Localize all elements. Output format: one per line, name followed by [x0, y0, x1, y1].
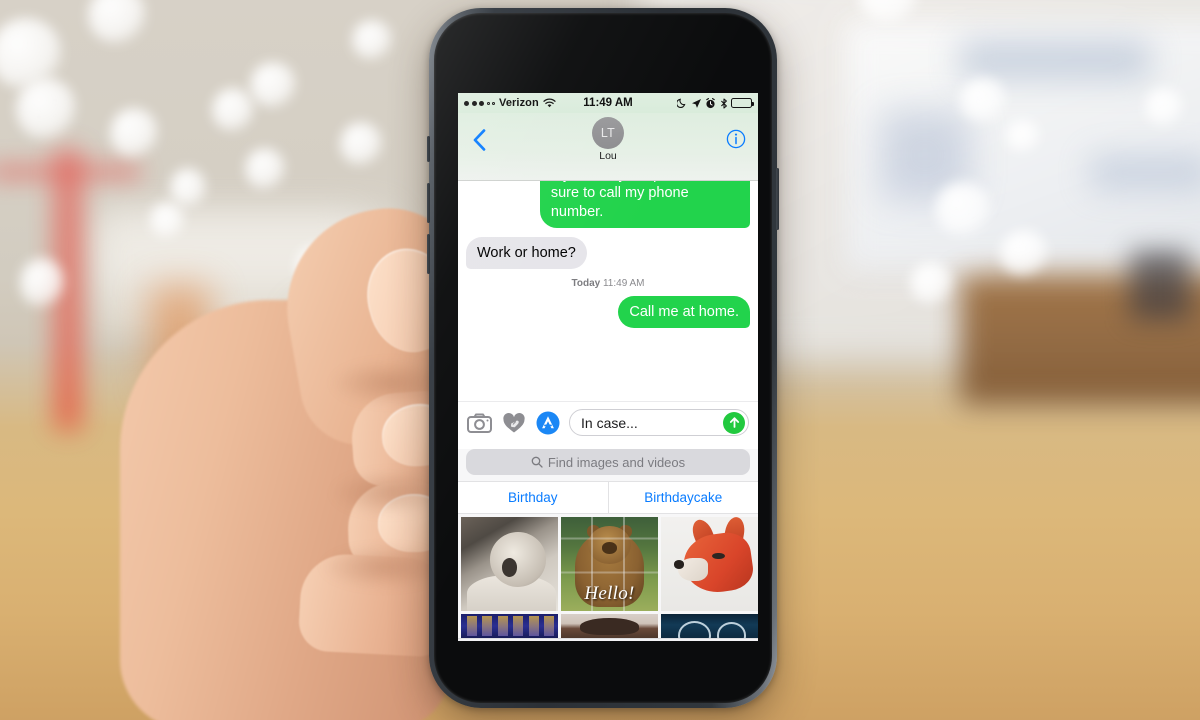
gif-search-placeholder: Find images and videos — [547, 454, 686, 470]
suggestion-birthdaycake[interactable]: Birthdaycake — [609, 482, 759, 513]
app-store-icon — [536, 411, 559, 434]
gif-result-bear-hello[interactable]: Hello! — [561, 517, 658, 611]
message-text-part: My birthday is — [551, 181, 644, 183]
power-button[interactable] — [776, 168, 779, 230]
bokeh-light — [1006, 120, 1040, 152]
battery-icon — [731, 98, 755, 108]
gif-result-person[interactable] — [561, 614, 658, 638]
gif-results-grid: Hello! — [458, 514, 758, 638]
search-icon — [531, 456, 543, 468]
contact-header[interactable]: LT Lou — [592, 117, 624, 162]
arrow-up-icon — [729, 417, 739, 428]
message-list[interactable]: My birthday is April 4 but be sure to ca… — [458, 181, 758, 401]
bluetooth-icon — [720, 97, 727, 109]
phone-screen: Verizon 11:49 AM LT Lou sure to call my … — [458, 93, 758, 641]
phone-bezel: Verizon 11:49 AM LT Lou sure to call my … — [434, 13, 772, 703]
background-object — [1130, 250, 1190, 320]
bokeh-light — [910, 262, 952, 304]
camera-icon — [467, 413, 492, 433]
info-button[interactable] — [726, 129, 746, 154]
gif-result-fox[interactable] — [661, 517, 758, 611]
message-timestamp: Today 11:49 AM — [466, 278, 750, 289]
info-circle-icon — [726, 129, 746, 149]
volume-up-button[interactable] — [427, 183, 430, 223]
bokeh-light — [960, 78, 1006, 122]
chevron-left-icon — [473, 129, 485, 151]
message-row: Work or home? — [462, 236, 750, 270]
digital-touch-button[interactable] — [501, 410, 526, 435]
message-bubble-incoming[interactable]: Work or home? — [462, 236, 587, 270]
heart-hand-icon — [502, 412, 525, 432]
message-row: Call me at home. — [466, 296, 754, 329]
wifi-icon — [543, 98, 556, 108]
gif-result-crying-baby[interactable] — [461, 517, 558, 611]
status-bar: Verizon 11:49 AM — [458, 93, 758, 113]
message-input-toolbar: In case... — [458, 401, 758, 444]
camera-button[interactable] — [467, 410, 492, 435]
signal-strength-icon — [464, 100, 495, 106]
ring-silent-switch[interactable] — [427, 136, 430, 162]
message-row: My birthday is April 4 but be sure to ca… — [466, 181, 755, 228]
volume-down-button[interactable] — [427, 234, 430, 274]
timestamp-time: 11:49 AM — [602, 278, 645, 290]
background-board-mark — [1090, 155, 1200, 190]
message-text-part: but be sure to call my phone number. — [550, 181, 729, 220]
message-input-value: In case... — [581, 414, 638, 431]
message-input-field[interactable]: In case... — [569, 409, 749, 436]
gif-result-ocean-rings[interactable] — [661, 614, 758, 638]
send-button[interactable] — [723, 411, 745, 434]
message-bubble-latest[interactable]: Call me at home. — [618, 296, 754, 329]
location-arrow-icon — [691, 98, 701, 108]
app-store-button[interactable] — [535, 410, 560, 435]
background-board-mark — [960, 40, 1150, 80]
iphone-device: Verizon 11:49 AM LT Lou sure to call my … — [427, 8, 779, 708]
bokeh-light — [1000, 230, 1048, 276]
message-bubble-outgoing[interactable]: My birthday is April 4 but be sure to ca… — [539, 181, 755, 228]
bokeh-light — [935, 182, 991, 236]
avatar: LT — [592, 117, 624, 149]
moon-dnd-icon — [677, 98, 686, 108]
gif-caption: Hello! — [584, 583, 635, 604]
timestamp-day: Today — [571, 278, 601, 290]
carrier-label: Verizon — [499, 97, 539, 109]
gif-search-bar[interactable]: Find images and videos — [466, 449, 750, 475]
imessage-app-drawer: Find images and videos Birthday Birthday… — [458, 449, 758, 641]
bokeh-light — [1145, 88, 1183, 126]
back-button[interactable] — [468, 127, 490, 153]
gif-result-stage-lights[interactable] — [461, 614, 558, 638]
date-detector-link[interactable]: April 4 — [644, 181, 685, 183]
contact-name: Lou — [599, 150, 617, 162]
alarm-clock-icon — [706, 97, 715, 108]
conversation-header: LT Lou — [458, 113, 758, 181]
status-bar-left: Verizon — [464, 97, 608, 109]
search-suggestions: Birthday Birthdaycake — [458, 481, 758, 514]
app-drawer-bottom-bar — [458, 638, 758, 641]
status-bar-right — [608, 97, 755, 109]
suggestion-birthday[interactable]: Birthday — [458, 482, 609, 513]
